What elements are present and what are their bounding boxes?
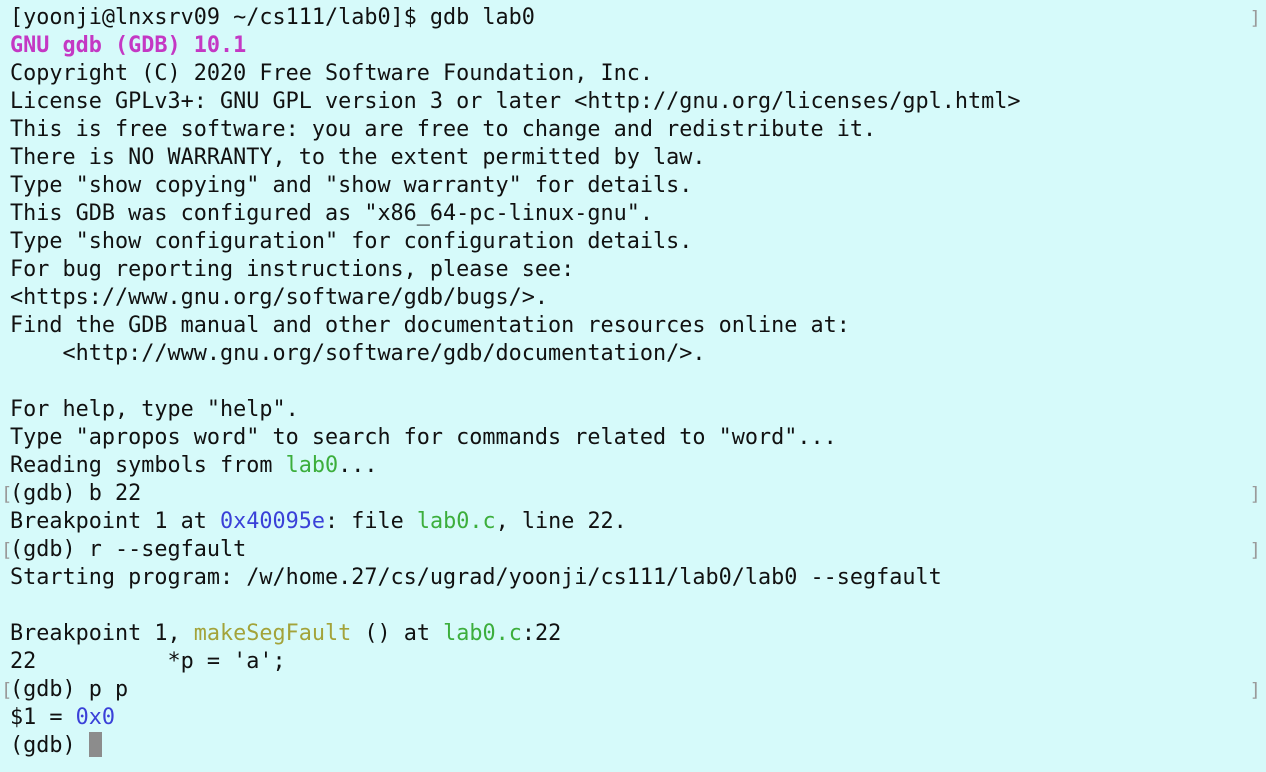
shell-prompt-line: ] [yoonji@lnxsrv09 ~/cs111/lab0]$ gdb lab… [0,4,1266,32]
output-text: , line 22. [495,509,627,534]
output-text: :22 [521,621,562,646]
gdb-prompt: (gdb) [10,733,89,758]
output-text: Breakpoint 1, [10,621,194,646]
gdb-prompt-line: [] (gdb) b 22 [0,480,1266,508]
gdb-command: (gdb) r --segfault [10,537,247,562]
output-text: For bug reporting instructions, please s… [10,257,575,282]
breakpoint-set-line: Breakpoint 1 at 0x40095e: file lab0.c, l… [0,508,1266,536]
source-code-text: 22 *p = 'a'; [10,649,286,674]
output-line: For help, type "help". [0,396,1266,424]
output-text: () at [351,621,444,646]
function-name: makeSegFault [193,621,352,646]
output-text: For help, type "help". [10,397,299,422]
output-text: Breakpoint 1 at [10,509,220,534]
pointer-value: 0x0 [75,705,115,730]
source-code-line: 22 *p = 'a'; [0,648,1266,676]
shell-command: [yoonji@lnxsrv09 ~/cs111/lab0]$ gdb lab0 [10,5,535,30]
gdb-command: (gdb) p p [10,677,129,702]
output-line: License GPLv3+: GNU GPL version 3 or lat… [0,88,1266,116]
output-text: Type "apropos word" to search for comman… [10,425,837,450]
gdb-version-banner: GNU gdb (GDB) 10.1 [0,32,1266,60]
active-gdb-prompt[interactable]: (gdb) [0,732,1266,760]
line-bracket-mark: ] [1249,7,1261,29]
terminal-window[interactable]: ] [yoonji@lnxsrv09 ~/cs111/lab0]$ gdb lab… [0,0,1266,772]
output-text: Type "show copying" and "show warranty" … [10,173,693,198]
output-line: Type "apropos word" to search for comman… [0,424,1266,452]
gdb-version-text: GNU gdb (GDB) 10.1 [10,33,247,58]
binary-name: lab0 [285,453,339,478]
output-line: Copyright (C) 2020 Free Software Foundat… [0,60,1266,88]
line-bracket-mark: ] [1249,539,1261,561]
output-line: Type "show configuration" for configurat… [0,228,1266,256]
output-line: <https://www.gnu.org/software/gdb/bugs/>… [0,284,1266,312]
print-result-line: $1 = 0x0 [0,704,1266,732]
output-text: Reading symbols from [10,453,286,478]
reading-symbols-line: Reading symbols from lab0... [0,452,1266,480]
output-text: Type "show configuration" for configurat… [10,229,693,254]
output-line: For bug reporting instructions, please s… [0,256,1266,284]
output-text: : file [324,509,417,534]
output-text: This is free software: you are free to c… [10,117,877,142]
source-file-name: lab0.c [443,621,522,646]
output-line: Starting program: /w/home.27/cs/ugrad/yo… [0,564,1266,592]
output-text: License GPLv3+: GNU GPL version 3 or lat… [10,89,1021,114]
output-text: Copyright (C) 2020 Free Software Foundat… [10,61,654,86]
output-text: ... [338,453,378,478]
output-text: <http://www.gnu.org/software/gdb/documen… [10,341,706,366]
output-text: <https://www.gnu.org/software/gdb/bugs/>… [10,285,549,310]
line-bracket-mark: [ [1,539,13,561]
output-line: There is NO WARRANTY, to the extent perm… [0,144,1266,172]
line-bracket-mark: ] [1249,679,1261,701]
breakpoint-address: 0x40095e [219,509,325,534]
output-line: <http://www.gnu.org/software/gdb/documen… [0,340,1266,368]
output-text: $1 = [10,705,76,730]
gdb-prompt-line: [] (gdb) p p [0,676,1266,704]
output-line: This is free software: you are free to c… [0,116,1266,144]
source-file-name: lab0.c [416,509,496,534]
text-cursor[interactable] [88,732,102,757]
output-line: This GDB was configured as "x86_64-pc-li… [0,200,1266,228]
output-text: This GDB was configured as "x86_64-pc-li… [10,201,654,226]
line-bracket-mark: ] [1249,483,1261,505]
gdb-command: (gdb) b 22 [10,481,142,506]
gdb-prompt-line: [] (gdb) r --segfault [0,536,1266,564]
output-text: There is NO WARRANTY, to the extent perm… [10,145,706,170]
output-line: Find the GDB manual and other documentat… [0,312,1266,340]
output-text: Find the GDB manual and other documentat… [10,313,850,338]
output-text: Starting program: /w/home.27/cs/ugrad/yo… [10,565,942,590]
line-bracket-mark: [ [1,483,13,505]
line-bracket-mark: [ [1,679,13,701]
output-line: Type "show copying" and "show warranty" … [0,172,1266,200]
breakpoint-hit-line: Breakpoint 1, makeSegFault () at lab0.c:… [0,620,1266,648]
